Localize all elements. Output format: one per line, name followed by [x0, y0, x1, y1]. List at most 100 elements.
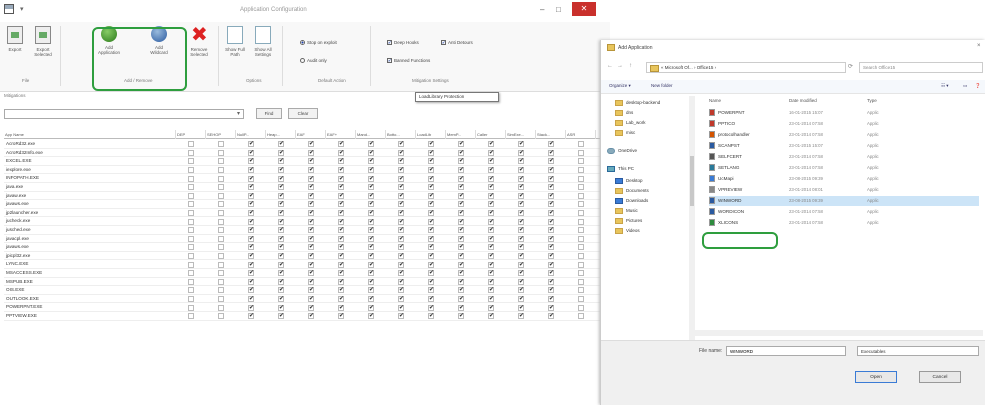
mitigation-checkbox[interactable]: ✔ — [548, 287, 554, 294]
mitigation-checkbox[interactable]: ✔ — [368, 192, 374, 199]
nav-item[interactable]: Documents — [615, 188, 649, 194]
mitigation-checkbox[interactable] — [578, 149, 584, 156]
mitigation-checkbox[interactable]: ✔ — [248, 270, 254, 277]
mitigation-checkbox[interactable]: ✔ — [398, 278, 404, 285]
mitigation-checkbox[interactable]: ✔ — [338, 227, 344, 234]
column-header[interactable]: Stack... — [536, 130, 566, 139]
show-all-settings-button[interactable]: Show All Settings — [250, 26, 276, 57]
mitigation-checkbox[interactable]: ✔ — [308, 313, 314, 320]
mitigation-checkbox[interactable] — [188, 210, 194, 217]
table-row[interactable]: AcroRd32.exe ✔ ✔ ✔ ✔ ✔ ✔ ✔ ✔ ✔ ✔ ✔ — [4, 140, 610, 149]
mitigation-checkbox[interactable]: ✔ — [428, 270, 434, 277]
mitigation-checkbox[interactable]: ✔ — [278, 158, 284, 165]
file-row[interactable]: SCANPST 23-01-2015 15:07 Applic — [709, 141, 979, 151]
mitigation-checkbox[interactable]: ✔ — [368, 313, 374, 320]
mitigation-checkbox[interactable]: ✔ — [488, 278, 494, 285]
mitigation-checkbox[interactable]: ✔ — [518, 313, 524, 320]
mitigation-checkbox[interactable]: ✔ — [338, 278, 344, 285]
mitigation-checkbox[interactable]: ✔ — [428, 304, 434, 311]
filename-input[interactable] — [726, 346, 846, 356]
mitigation-checkbox[interactable]: ✔ — [428, 278, 434, 285]
mitigation-checkbox[interactable]: ✔ — [308, 253, 314, 260]
mitigation-checkbox[interactable]: ✔ — [488, 184, 494, 191]
table-row[interactable]: PPTVIEW.EXE ✔ ✔ ✔ ✔ ✔ ✔ ✔ ✔ ✔ ✔ ✔ — [4, 312, 610, 321]
mitigation-checkbox[interactable]: ✔ — [248, 175, 254, 182]
table-row[interactable]: MSACCESS.EXE ✔ ✔ ✔ ✔ ✔ ✔ ✔ ✔ ✔ ✔ ✔ — [4, 269, 610, 278]
mitigation-checkbox[interactable]: ✔ — [518, 235, 524, 242]
mitigation-checkbox[interactable]: ✔ — [278, 227, 284, 234]
mitigation-checkbox[interactable]: ✔ — [338, 270, 344, 277]
column-header[interactable]: DEP — [176, 130, 206, 139]
mitigation-checkbox[interactable]: ✔ — [308, 210, 314, 217]
mitigation-checkbox[interactable]: ✔ — [308, 304, 314, 311]
mitigation-checkbox[interactable]: ✔ — [398, 227, 404, 234]
column-header[interactable]: Botto... — [386, 130, 416, 139]
nav-item[interactable]: Desktop — [615, 178, 643, 184]
mitigation-checkbox[interactable]: ✔ — [368, 278, 374, 285]
mitigation-checkbox[interactable]: ✔ — [428, 313, 434, 320]
mitigation-checkbox[interactable]: ✔ — [518, 296, 524, 303]
file-row[interactable]: WORDICON 23-01-2014 07:58 Applic — [709, 207, 979, 217]
mitigation-checkbox[interactable]: ✔ — [278, 210, 284, 217]
mitigation-checkbox[interactable]: ✔ — [248, 218, 254, 225]
audit-only-radio[interactable]: Audit only — [300, 58, 327, 64]
mitigation-checkbox[interactable]: ✔ — [338, 167, 344, 174]
mitigation-checkbox[interactable]: ✔ — [458, 278, 464, 285]
mitigation-checkbox[interactable]: ✔ — [458, 184, 464, 191]
mitigation-checkbox[interactable] — [188, 149, 194, 156]
open-button[interactable]: Open — [855, 371, 897, 383]
mitigation-checkbox[interactable]: ✔ — [518, 167, 524, 174]
mitigation-checkbox[interactable]: ✔ — [458, 158, 464, 165]
file-row[interactable]: XLICONS 23-01-2014 07:58 Applic — [709, 218, 979, 228]
mitigation-checkbox[interactable]: ✔ — [368, 218, 374, 225]
clear-button[interactable]: Clear — [288, 108, 318, 119]
mitigation-checkbox[interactable]: ✔ — [278, 141, 284, 148]
nav-item[interactable]: dns — [615, 110, 633, 116]
mitigation-checkbox[interactable] — [578, 141, 584, 148]
column-header[interactable]: MemP... — [446, 130, 476, 139]
mitigation-checkbox[interactable]: ✔ — [428, 175, 434, 182]
column-header[interactable]: Caller — [476, 130, 506, 139]
mitigation-checkbox[interactable]: ✔ — [428, 218, 434, 225]
mitigation-checkbox[interactable] — [578, 167, 584, 174]
mitigation-checkbox[interactable]: ✔ — [548, 278, 554, 285]
mitigation-checkbox[interactable] — [218, 210, 224, 217]
mitigation-checkbox[interactable]: ✔ — [248, 192, 254, 199]
mitigation-checkbox[interactable] — [188, 192, 194, 199]
mitigation-checkbox[interactable]: ✔ — [278, 192, 284, 199]
show-full-path-button[interactable]: Show Full Path — [222, 26, 248, 57]
mitigation-checkbox[interactable]: ✔ — [548, 235, 554, 242]
mitigation-checkbox[interactable]: ✔ — [398, 158, 404, 165]
mitigation-checkbox[interactable]: ✔ — [428, 192, 434, 199]
mitigation-checkbox[interactable]: ✔ — [398, 141, 404, 148]
mitigation-checkbox[interactable]: ✔ — [488, 175, 494, 182]
mitigation-checkbox[interactable]: ✔ — [338, 201, 344, 208]
mitigation-checkbox[interactable] — [218, 218, 224, 225]
mitigation-checkbox[interactable] — [188, 270, 194, 277]
mitigation-checkbox[interactable]: ✔ — [428, 235, 434, 242]
mitigation-checkbox[interactable]: ✔ — [278, 304, 284, 311]
mitigation-checkbox[interactable]: ✔ — [248, 141, 254, 148]
mitigation-checkbox[interactable]: ✔ — [548, 210, 554, 217]
mitigation-checkbox[interactable] — [218, 287, 224, 294]
mitigation-checkbox[interactable]: ✔ — [278, 201, 284, 208]
mitigation-checkbox[interactable]: ✔ — [368, 149, 374, 156]
mitigation-checkbox[interactable]: ✔ — [368, 244, 374, 251]
mitigation-checkbox[interactable]: ✔ — [458, 210, 464, 217]
mitigation-checkbox[interactable]: ✔ — [458, 201, 464, 208]
mitigation-checkbox[interactable] — [578, 184, 584, 191]
mitigation-checkbox[interactable]: ✔ — [458, 313, 464, 320]
mitigation-checkbox[interactable]: ✔ — [518, 261, 524, 268]
minimize-button[interactable]: – — [540, 4, 544, 16]
mitigation-checkbox[interactable]: ✔ — [338, 253, 344, 260]
mitigation-checkbox[interactable]: ✔ — [458, 261, 464, 268]
mitigation-checkbox[interactable] — [188, 313, 194, 320]
file-row[interactable]: VPREVIEW 23-01-2014 08:01 Applic — [709, 185, 979, 195]
file-row[interactable]: WINWORD 23-08-2015 09:39 Applic — [709, 196, 979, 206]
nav-item[interactable]: Music — [615, 208, 638, 214]
mitigation-checkbox[interactable]: ✔ — [398, 304, 404, 311]
maximize-button[interactable]: □ — [556, 4, 561, 16]
refresh-icon[interactable]: ⟳ — [848, 63, 853, 70]
mitigation-checkbox[interactable]: ✔ — [308, 167, 314, 174]
quick-access-dropdown[interactable]: ▾ — [20, 5, 24, 13]
